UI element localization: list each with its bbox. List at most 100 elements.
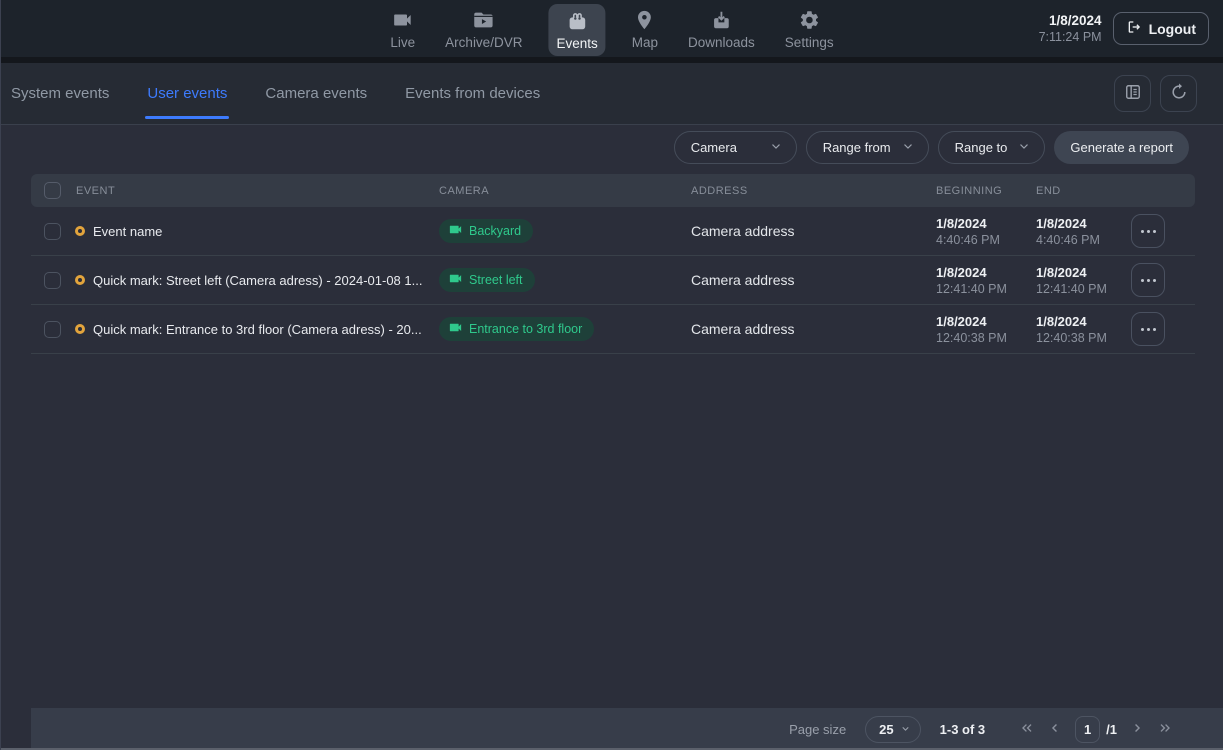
tab-events-from-devices[interactable]: Events from devices <box>403 63 542 124</box>
camera-badge-label: Backyard <box>469 224 521 238</box>
datetime-display: 1/8/2024 7:11:24 PM <box>1039 12 1102 46</box>
range-from-label: Range from <box>823 140 891 155</box>
camera-badge[interactable]: Street left <box>439 268 535 292</box>
camera-icon <box>448 222 463 240</box>
row-checkbox[interactable] <box>44 272 61 289</box>
camera-badge[interactable]: Entrance to 3rd floor <box>439 317 594 341</box>
row-checkbox[interactable] <box>44 223 61 240</box>
chevron-down-icon <box>900 722 911 737</box>
user-event-marker-icon <box>75 226 85 236</box>
nav-item-archive-dvr[interactable]: Archive/DVR <box>441 0 526 50</box>
gear-icon <box>798 9 820 31</box>
nav-item-settings[interactable]: Settings <box>781 0 838 50</box>
nav-item-map[interactable]: Map <box>628 0 662 50</box>
total-pages: /1 <box>1106 722 1117 737</box>
nav-item-events[interactable]: Events <box>548 4 605 56</box>
nav-label: Settings <box>785 35 834 50</box>
select-all-checkbox[interactable] <box>44 182 61 199</box>
table-row[interactable]: Quick mark: Entrance to 3rd floor (Camer… <box>31 305 1195 354</box>
column-header-beginning: BEGINNING <box>936 185 1036 197</box>
camera-filter-dropdown[interactable]: Camera <box>674 131 797 164</box>
column-header-event: EVENT <box>75 185 439 197</box>
report-log-button[interactable] <box>1114 75 1151 112</box>
current-page-input[interactable]: 1 <box>1075 716 1100 743</box>
logout-icon <box>1126 19 1142 38</box>
tab-user-events[interactable]: User events <box>145 63 229 124</box>
camera-badge-label: Entrance to 3rd floor <box>469 322 582 336</box>
pager-controls: 1 /1 <box>1019 716 1173 743</box>
tab-system-events[interactable]: System events <box>9 63 111 124</box>
camera-icon <box>448 320 463 338</box>
nav-label: Map <box>632 35 658 50</box>
chevron-right-icon <box>1130 721 1144 738</box>
refresh-icon <box>1169 82 1189 105</box>
column-header-address: ADDRESS <box>691 185 936 197</box>
nav-label: Archive/DVR <box>445 35 522 50</box>
nav-item-downloads[interactable]: Downloads <box>684 0 759 50</box>
nav-label: Live <box>390 35 415 50</box>
camera-badge[interactable]: Backyard <box>439 219 533 243</box>
column-header-end: END <box>1036 185 1131 197</box>
end-datetime: 1/8/2024 12:40:38 PM <box>1036 314 1131 345</box>
camera-address: Camera address <box>691 321 936 337</box>
current-time: 7:11:24 PM <box>1039 29 1102 45</box>
generate-report-button[interactable]: Generate a report <box>1054 131 1189 164</box>
first-page-button[interactable] <box>1019 721 1035 738</box>
chevron-down-icon <box>769 139 783 156</box>
event-name: Event name <box>93 224 162 239</box>
table-row[interactable]: Event name Backyard Camera address 1/8/2… <box>31 207 1195 256</box>
range-to-dropdown[interactable]: Range to <box>938 131 1046 164</box>
video-camera-icon <box>392 9 414 31</box>
events-table: EVENT CAMERA ADDRESS BEGINNING END Event… <box>31 174 1195 354</box>
refresh-button[interactable] <box>1160 75 1197 112</box>
archive-folder-icon <box>473 9 495 31</box>
logout-label: Logout <box>1149 21 1196 37</box>
camera-address: Camera address <box>691 223 936 239</box>
page-size-label: Page size <box>789 722 846 737</box>
events-content: Camera Range from Range to Generate a re… <box>1 126 1223 750</box>
camera-filter-label: Camera <box>691 140 737 155</box>
row-actions-button[interactable] <box>1131 214 1165 248</box>
app-window: Live Archive/DVR Events Map <box>0 0 1223 750</box>
range-to-label: Range to <box>955 140 1008 155</box>
beginning-datetime: 1/8/2024 4:40:46 PM <box>936 216 1036 247</box>
logout-button[interactable]: Logout <box>1113 12 1209 45</box>
pagination-bar: Page size 25 1-3 of 3 1 /1 <box>31 708 1223 750</box>
main-nav: Live Archive/DVR Events Map <box>386 0 837 57</box>
event-tabs: System events User events Camera events … <box>9 63 542 124</box>
end-datetime: 1/8/2024 12:41:40 PM <box>1036 265 1131 296</box>
beginning-datetime: 1/8/2024 12:41:40 PM <box>936 265 1036 296</box>
current-date: 1/8/2024 <box>1039 12 1102 30</box>
nav-label: Downloads <box>688 35 755 50</box>
page-size-value: 25 <box>879 722 893 737</box>
page-size-dropdown[interactable]: 25 <box>865 716 920 743</box>
download-tray-icon <box>710 9 732 31</box>
next-page-button[interactable] <box>1130 721 1144 738</box>
chevron-down-icon <box>1017 139 1031 156</box>
results-range: 1-3 of 3 <box>940 722 986 737</box>
event-name: Quick mark: Street left (Camera adress) … <box>93 273 422 288</box>
chevron-down-icon <box>901 139 915 156</box>
row-actions-button[interactable] <box>1131 312 1165 346</box>
row-actions-button[interactable] <box>1131 263 1165 297</box>
chevron-left-icon <box>1048 721 1062 738</box>
tab-bar: System events User events Camera events … <box>1 63 1223 125</box>
tab-camera-events[interactable]: Camera events <box>263 63 369 124</box>
last-page-button[interactable] <box>1157 721 1173 738</box>
filter-row: Camera Range from Range to Generate a re… <box>1 126 1223 174</box>
nav-item-live[interactable]: Live <box>386 0 419 50</box>
top-bar: Live Archive/DVR Events Map <box>1 0 1223 57</box>
camera-address: Camera address <box>691 272 936 288</box>
table-header: EVENT CAMERA ADDRESS BEGINNING END <box>31 174 1195 207</box>
camera-icon <box>448 271 463 289</box>
row-checkbox[interactable] <box>44 321 61 338</box>
double-chevron-left-icon <box>1019 721 1035 738</box>
table-row[interactable]: Quick mark: Street left (Camera adress) … <box>31 256 1195 305</box>
map-pin-icon <box>634 9 656 31</box>
end-datetime: 1/8/2024 4:40:46 PM <box>1036 216 1131 247</box>
range-from-dropdown[interactable]: Range from <box>806 131 929 164</box>
prev-page-button[interactable] <box>1048 721 1062 738</box>
tab-actions <box>1114 75 1197 112</box>
top-bar-right: 1/8/2024 7:11:24 PM Logout <box>1039 0 1209 57</box>
double-chevron-right-icon <box>1157 721 1173 738</box>
